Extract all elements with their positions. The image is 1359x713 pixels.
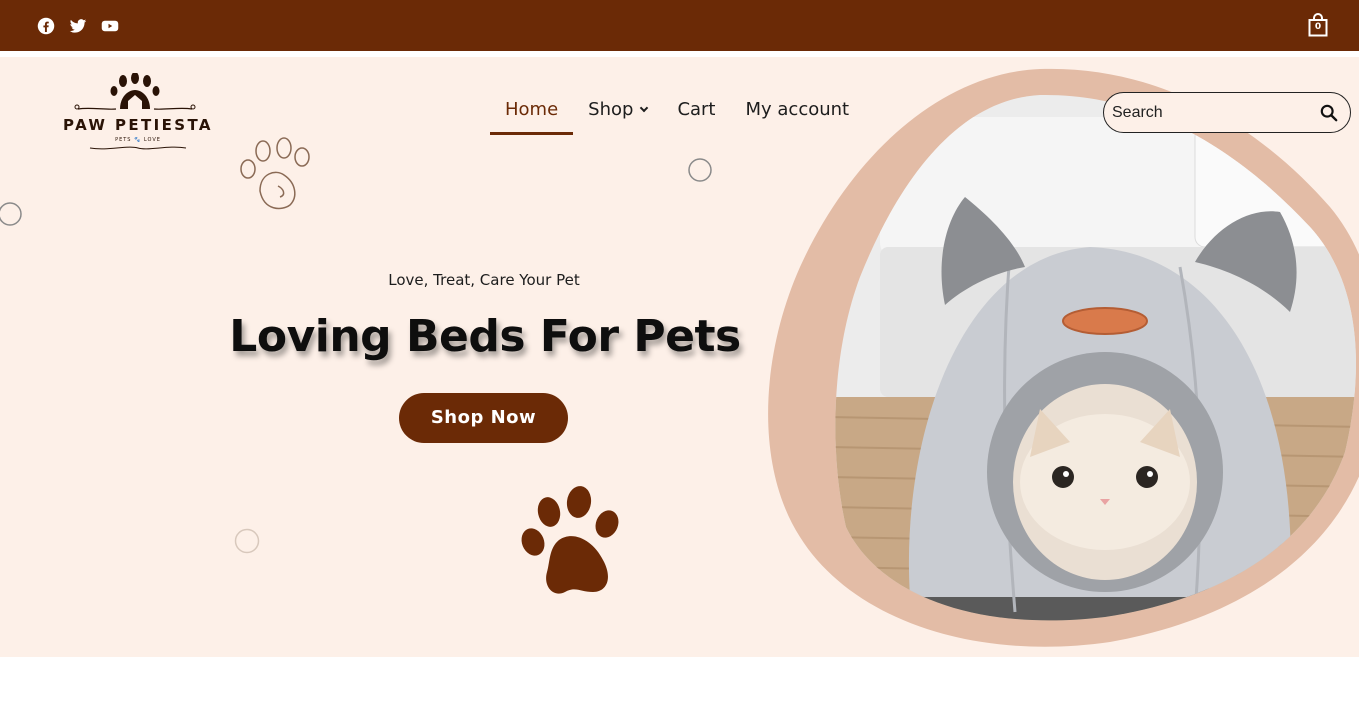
shop-now-button[interactable]: Shop Now — [399, 393, 568, 443]
paw-outline-icon — [240, 137, 310, 210]
logo-title: PAW PETIESTA — [63, 116, 213, 134]
cart-count-badge: 0 — [1314, 22, 1322, 32]
hero-headline: Loving Beds For Pets — [229, 311, 741, 362]
paw-logo-icon — [74, 72, 196, 110]
circle-outline-icon — [688, 158, 712, 182]
search-icon[interactable] — [1320, 104, 1338, 122]
facebook-icon[interactable] — [37, 17, 55, 35]
nav-item-home[interactable]: Home — [490, 97, 574, 135]
hero-section: PAW PETIESTA PETS 🐾 LOVE Home Shop Cart … — [0, 57, 1359, 657]
logo-flourish — [89, 146, 187, 150]
cart-icon[interactable]: 0 — [1308, 13, 1328, 37]
nav-item-cart[interactable]: Cart — [662, 97, 730, 135]
youtube-icon[interactable] — [101, 17, 119, 35]
nav-item-my-account[interactable]: My account — [731, 97, 865, 135]
circle-outline-icon — [234, 528, 260, 554]
search-input[interactable] — [1112, 99, 1312, 126]
paw-print-icon — [521, 486, 619, 594]
main-nav: Home Shop Cart My account — [490, 97, 864, 137]
search-box — [1103, 92, 1351, 133]
dot-icon — [0, 507, 6, 531]
logo[interactable]: PAW PETIESTA PETS 🐾 LOVE — [50, 72, 226, 153]
nav-item-shop-label: Shop — [588, 99, 634, 120]
chevron-down-icon — [640, 103, 649, 113]
twitter-icon[interactable] — [69, 17, 87, 35]
hero-subtitle: Love, Treat, Care Your Pet — [388, 271, 580, 289]
circle-outline-icon — [0, 202, 22, 226]
top-bar: 0 — [0, 0, 1359, 51]
nav-item-shop[interactable]: Shop — [573, 97, 662, 135]
